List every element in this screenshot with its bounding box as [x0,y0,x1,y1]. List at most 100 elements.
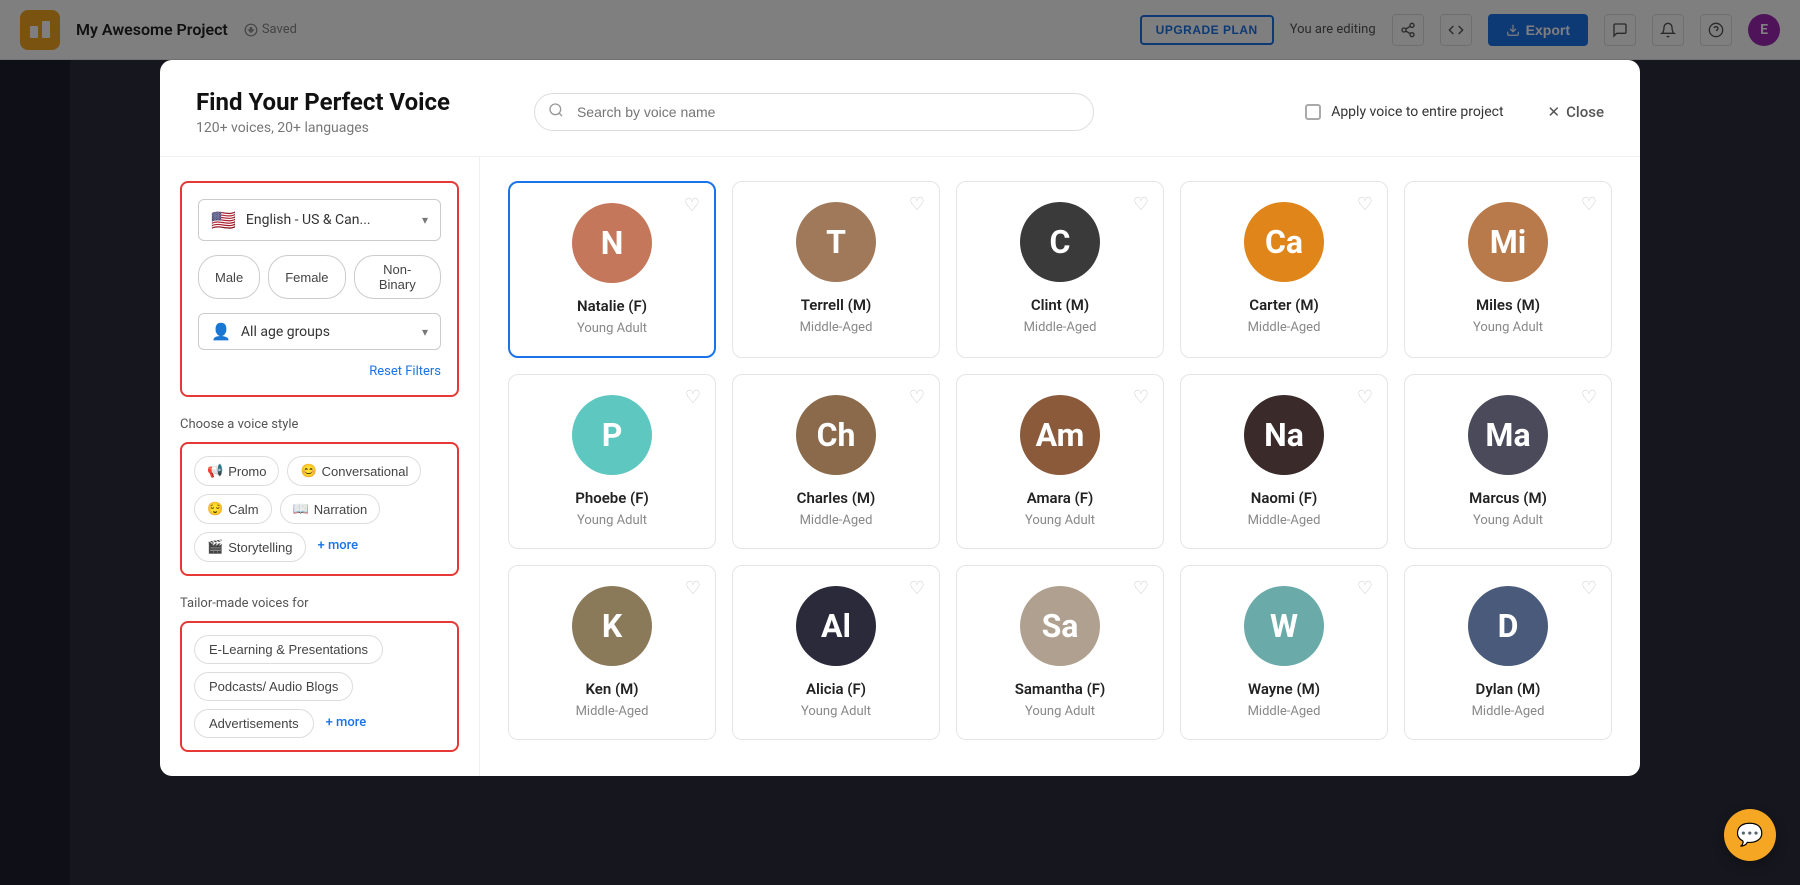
voice-card[interactable]: ♡ Ca Carter (M) Middle-Aged [1180,181,1388,358]
sidebar-filters: 🇺🇸 English - US & Can... ▾ Male Female N… [160,157,480,776]
voice-avatar: N [572,203,652,283]
voice-age: Young Adult [1025,513,1095,528]
chat-widget[interactable]: 💬 [1724,809,1776,861]
voice-age: Middle-Aged [576,704,649,719]
voice-name: Natalie (F) [577,297,647,315]
gender-nonbinary-button[interactable]: Non-Binary [354,255,441,299]
heart-button[interactable]: ♡ [684,195,700,216]
voice-avatar: Mi [1468,202,1548,282]
voice-name: Alicia (F) [806,680,866,698]
voice-name: Amara (F) [1027,489,1094,507]
voice-card[interactable]: ♡ Ma Marcus (M) Young Adult [1404,374,1612,549]
close-button[interactable]: ✕ Close [1548,103,1604,121]
voice-name: Terrell (M) [801,296,871,314]
voice-style-label: Choose a voice style [180,417,459,432]
heart-button[interactable]: ♡ [1581,387,1597,408]
voice-age: Middle-Aged [1472,704,1545,719]
voice-card[interactable]: ♡ W Wayne (M) Middle-Aged [1180,565,1388,740]
voice-name: Marcus (M) [1469,489,1547,507]
voice-name: Charles (M) [797,489,876,507]
tailor-podcasts-button[interactable]: Podcasts/ Audio Blogs [194,672,353,701]
voice-name: Phoebe (F) [575,489,649,507]
voice-name: Miles (M) [1476,296,1540,314]
gender-female-button[interactable]: Female [268,255,345,299]
find-voice-modal: Find Your Perfect Voice 120+ voices, 20+… [160,60,1640,776]
reset-filters-link[interactable]: Reset Filters [198,364,441,379]
heart-button[interactable]: ♡ [909,387,925,408]
voice-card[interactable]: ♡ D Dylan (M) Middle-Aged [1404,565,1612,740]
heart-button[interactable]: ♡ [909,194,925,215]
apply-voice-checkbox[interactable] [1305,104,1321,120]
heart-button[interactable]: ♡ [1581,194,1597,215]
style-narration-button[interactable]: 📖Narration [280,494,381,524]
modal-title-block: Find Your Perfect Voice 120+ voices, 20+… [196,88,450,136]
tailor-more-link[interactable]: + more [322,709,371,738]
voice-name: Ken (M) [585,680,638,698]
heart-button[interactable]: ♡ [909,578,925,599]
voice-style-section: Choose a voice style 📢Promo 😊Conversatio… [180,417,459,576]
voice-avatar: Sa [1020,586,1100,666]
voice-avatar: Na [1244,395,1324,475]
voice-avatar: Ch [796,395,876,475]
voice-card[interactable]: ♡ Sa Samantha (F) Young Adult [956,565,1164,740]
style-storytelling-button[interactable]: 🎬Storytelling [194,532,306,562]
voice-card[interactable]: ♡ N Natalie (F) Young Adult [508,181,716,358]
voice-avatar: K [572,586,652,666]
voice-age: Young Adult [577,321,647,336]
age-group-select[interactable]: 👤 All age groups ▾ [198,313,441,350]
voice-card[interactable]: ♡ T Terrell (M) Middle-Aged [732,181,940,358]
search-bar[interactable] [534,93,1094,131]
heart-button[interactable]: ♡ [1357,387,1373,408]
voice-style-more-link[interactable]: + more [314,532,363,562]
voice-card[interactable]: ♡ Al Alicia (F) Young Adult [732,565,940,740]
voice-age: Middle-Aged [1024,320,1097,335]
heart-button[interactable]: ♡ [685,387,701,408]
voice-avatar: Ma [1468,395,1548,475]
voice-age: Middle-Aged [800,320,873,335]
tailor-elearning-button[interactable]: E-Learning & Presentations [194,635,383,664]
heart-button[interactable]: ♡ [1357,578,1373,599]
gender-male-button[interactable]: Male [198,255,260,299]
voice-style-inner: 📢Promo 😊Conversational 😌Calm 📖Narration … [180,442,459,576]
flag-icon: 🇺🇸 [211,208,236,232]
voice-age: Middle-Aged [1248,320,1321,335]
chevron-age-icon: ▾ [422,325,428,339]
heart-button[interactable]: ♡ [685,578,701,599]
voice-avatar: Am [1020,395,1100,475]
voice-avatar: D [1468,586,1548,666]
filter-section: 🇺🇸 English - US & Can... ▾ Male Female N… [180,181,459,397]
heart-button[interactable]: ♡ [1581,578,1597,599]
voice-card[interactable]: ♡ Na Naomi (F) Middle-Aged [1180,374,1388,549]
voice-age: Middle-Aged [1248,704,1321,719]
voice-card[interactable]: ♡ Ch Charles (M) Middle-Aged [732,374,940,549]
voice-name: Naomi (F) [1251,489,1318,507]
heart-button[interactable]: ♡ [1133,194,1149,215]
voice-card[interactable]: ♡ Mi Miles (M) Young Adult [1404,181,1612,358]
voice-age: Young Adult [1473,320,1543,335]
heart-button[interactable]: ♡ [1133,387,1149,408]
language-name: English - US & Can... [246,212,412,228]
tailor-ads-button[interactable]: Advertisements [194,709,314,738]
apply-voice-label: Apply voice to entire project [1305,104,1503,120]
search-input[interactable] [534,93,1094,131]
voice-card[interactable]: ♡ P Phoebe (F) Young Adult [508,374,716,549]
voice-name: Dylan (M) [1476,680,1541,698]
voice-avatar: P [572,395,652,475]
style-conversational-button[interactable]: 😊Conversational [287,456,421,486]
voice-card[interactable]: ♡ K Ken (M) Middle-Aged [508,565,716,740]
heart-button[interactable]: ♡ [1357,194,1373,215]
voice-avatar: T [796,202,876,282]
voice-age: Young Adult [577,513,647,528]
voice-grid: ♡ N Natalie (F) Young Adult ♡ T Terrell … [508,181,1612,740]
voice-card[interactable]: ♡ C Clint (M) Middle-Aged [956,181,1164,358]
voice-age: Middle-Aged [1248,513,1321,528]
gender-row: Male Female Non-Binary [198,255,441,299]
style-calm-button[interactable]: 😌Calm [194,494,272,524]
style-promo-button[interactable]: 📢Promo [194,456,279,486]
heart-button[interactable]: ♡ [1133,578,1149,599]
person-icon: 👤 [211,322,231,341]
voice-card[interactable]: ♡ Am Amara (F) Young Adult [956,374,1164,549]
voice-avatar: Al [796,586,876,666]
language-select[interactable]: 🇺🇸 English - US & Can... ▾ [198,199,441,241]
modal-body: 🇺🇸 English - US & Can... ▾ Male Female N… [160,157,1640,776]
